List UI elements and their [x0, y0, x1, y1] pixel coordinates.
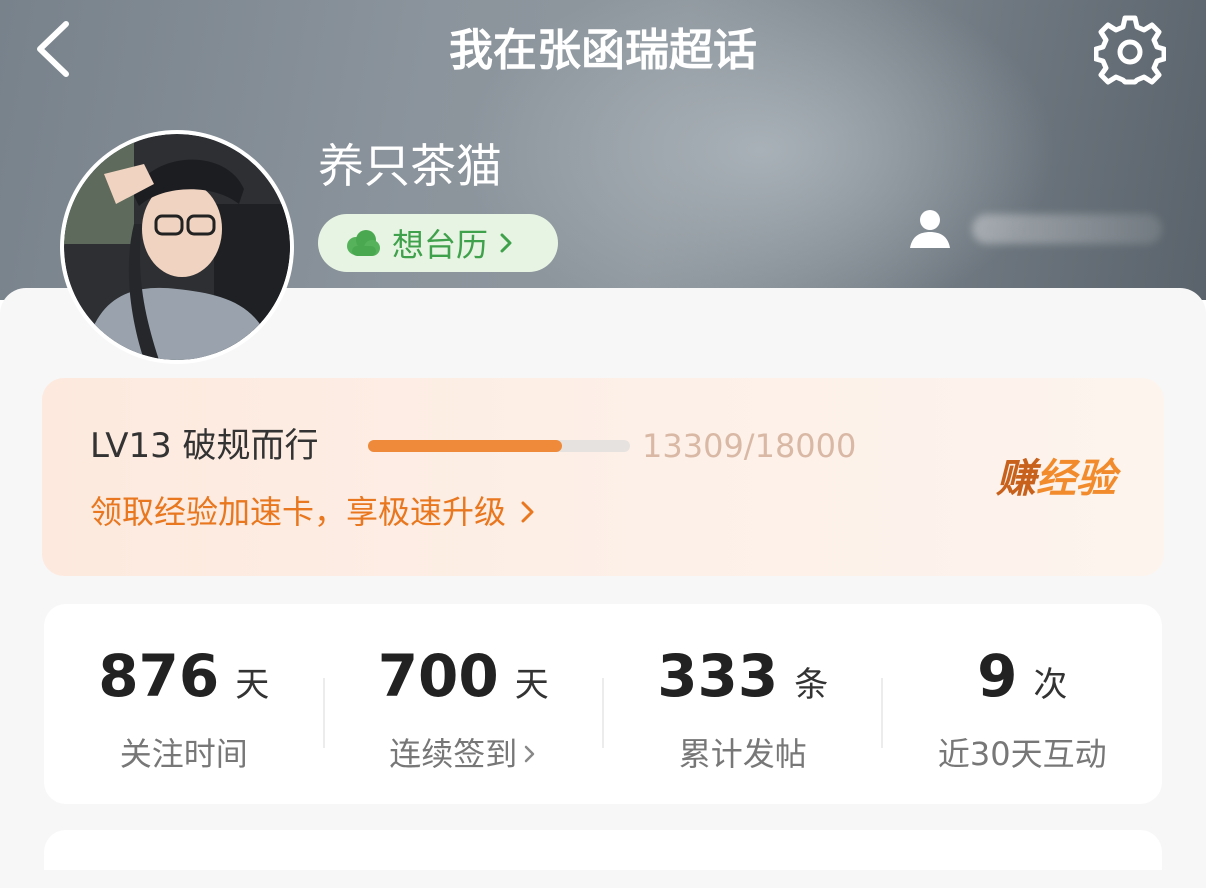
earn-experience-button[interactable]: 赚经验 — [996, 452, 1116, 506]
avatar[interactable] — [60, 130, 294, 364]
level-name: LV13 破规而行 — [90, 426, 319, 466]
level-progress-fill — [368, 440, 562, 452]
stat-unit: 天 — [235, 665, 270, 705]
stat-label: 连续签到 — [389, 735, 518, 773]
stat-divider — [881, 678, 883, 748]
level-card[interactable]: LV13 破规而行 13309/18000 领取经验加速卡，享极速升级 赚经验 — [42, 378, 1164, 576]
stat-label: 关注时间 — [119, 735, 248, 773]
stat-value: 333 — [657, 642, 779, 710]
calendar-link[interactable]: 想台历 — [318, 214, 558, 272]
chevron-right-icon — [498, 231, 514, 255]
visitor-info[interactable] — [908, 208, 1162, 250]
stats-panel: 876 天 关注时间 700 天 连续签到 333 条 累计发帖 9 次 近30… — [44, 604, 1162, 804]
level-progress-bar — [368, 440, 630, 452]
gear-icon — [1093, 15, 1167, 85]
stat-value: 9 — [977, 642, 1018, 710]
calendar-label: 想台历 — [392, 226, 489, 264]
next-section-card — [44, 830, 1162, 870]
speedup-card-link[interactable]: 领取经验加速卡，享极速升级 — [90, 490, 536, 534]
cloud-icon — [347, 230, 380, 256]
chevron-right-icon — [521, 501, 534, 523]
stat-divider — [323, 678, 325, 748]
blurred-visitor-text — [972, 214, 1162, 244]
page-title: 我在张函瑞超话 — [449, 25, 757, 76]
stat-follow-time: 876 天 关注时间 — [44, 604, 324, 804]
stat-total-posts: 333 条 累计发帖 — [603, 604, 883, 804]
stat-checkin-streak[interactable]: 700 天 连续签到 — [324, 604, 604, 804]
username: 养只茶猫 — [318, 139, 502, 193]
stat-unit: 条 — [794, 665, 829, 705]
level-progress-text: 13309/18000 — [642, 427, 857, 465]
stat-value: 700 — [377, 642, 499, 710]
stat-unit: 次 — [1033, 665, 1068, 705]
earn-label-part2: 经验 — [1036, 456, 1116, 502]
stat-divider — [602, 678, 604, 748]
person-icon — [910, 210, 950, 248]
stat-label: 累计发帖 — [678, 735, 807, 773]
speedup-link-label: 领取经验加速卡，享极速升级 — [90, 493, 507, 531]
stat-unit: 天 — [514, 665, 549, 705]
chevron-right-icon — [525, 745, 535, 763]
stat-value: 876 — [98, 642, 220, 710]
earn-label-part1: 赚 — [996, 456, 1036, 502]
stat-label: 近30天互动 — [937, 735, 1107, 773]
stat-interactions: 9 次 近30天互动 — [883, 604, 1163, 804]
settings-button[interactable] — [1093, 14, 1167, 86]
